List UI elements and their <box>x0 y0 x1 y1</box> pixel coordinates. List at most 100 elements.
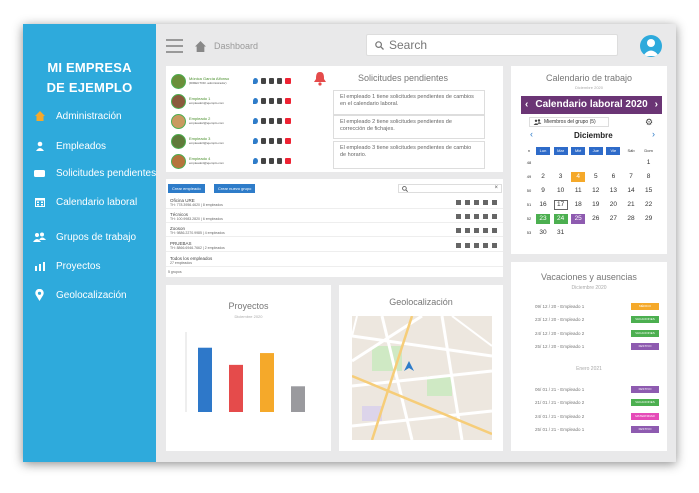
document-icon[interactable] <box>277 78 282 84</box>
employee-row[interactable]: Empleado 3 empleado3@ejemplo.com <box>171 131 295 151</box>
location-pin-icon[interactable] <box>253 78 258 84</box>
calendar-day[interactable]: 24 <box>553 214 568 224</box>
calendar-day[interactable]: 9 <box>536 186 550 196</box>
gear-icon[interactable]: ⚙ <box>645 117 653 128</box>
document-icon[interactable] <box>474 200 479 205</box>
request-item[interactable]: El empleado 1 tiene solicitudes pendient… <box>333 90 485 115</box>
calendar-day[interactable]: 16 <box>536 200 550 210</box>
calendar-day[interactable]: 27 <box>606 214 620 224</box>
calendar-day[interactable]: 3 <box>554 172 568 182</box>
calendar-day[interactable]: 26 <box>589 214 603 224</box>
document-icon[interactable] <box>277 138 282 144</box>
document-icon[interactable] <box>474 228 479 233</box>
location-pin-icon[interactable] <box>253 118 258 124</box>
calendar-icon[interactable] <box>261 138 266 144</box>
absence-row[interactable]: 24/ 01 / 21 - Empleado 2 MATERNIDAD <box>535 411 659 421</box>
delete-icon[interactable] <box>285 78 291 84</box>
calendar-day[interactable]: 7 <box>624 172 638 182</box>
tools-icon[interactable] <box>492 228 497 233</box>
grid-icon[interactable] <box>465 228 470 233</box>
edit-icon[interactable] <box>483 228 488 233</box>
next-year-button[interactable]: › <box>655 96 658 114</box>
edit-icon[interactable] <box>483 243 488 248</box>
create-employee-button[interactable]: Crear empleado <box>168 184 205 193</box>
sidebar-item-geolocalizacion[interactable]: Geolocalización <box>33 286 127 304</box>
sidebar-item-proyectos[interactable]: Proyectos <box>33 257 100 275</box>
calendar-day[interactable]: 20 <box>606 200 620 210</box>
grid-icon[interactable] <box>465 214 470 219</box>
absence-row[interactable]: 25/ 12 / 20 - Empleado 1 FESTIVO <box>535 342 659 352</box>
group-row[interactable]: Oficina URE TH: 778.3956.4620 | 8 emplead… <box>166 197 503 209</box>
delete-icon[interactable] <box>285 138 291 144</box>
grid-icon[interactable] <box>269 118 274 124</box>
grid-icon[interactable] <box>269 98 274 104</box>
settings-icon[interactable] <box>456 228 461 233</box>
absence-row[interactable]: 21/ 01 / 21 - Empleado 2 VACACIONES <box>535 398 659 408</box>
calendar-day[interactable]: 5 <box>589 172 603 182</box>
clear-icon[interactable]: × <box>494 185 498 191</box>
breadcrumb[interactable]: Dashboard <box>214 41 258 51</box>
grid-icon[interactable] <box>269 78 274 84</box>
edit-icon[interactable] <box>483 200 488 205</box>
document-icon[interactable] <box>277 158 282 164</box>
search-input[interactable]: Search <box>366 34 618 56</box>
location-pin-icon[interactable] <box>253 98 258 104</box>
request-item[interactable]: El empleado 3 tiene solicitudes pendient… <box>333 141 485 169</box>
calendar-day[interactable]: 15 <box>642 186 656 196</box>
employee-row[interactable]: Empleado 2 empleado2@ejemplo.com <box>171 111 295 131</box>
request-item[interactable]: El empleado 2 tiene solicitudes pendient… <box>333 115 485 139</box>
tools-icon[interactable] <box>492 243 497 248</box>
hamburger-menu-icon[interactable] <box>166 39 183 53</box>
tools-icon[interactable] <box>492 214 497 219</box>
absence-row[interactable]: 06/ 01 / 21 - Empleado 1 FESTIVO <box>535 384 659 394</box>
prev-month-button[interactable]: ‹ <box>530 129 533 139</box>
grid-icon[interactable] <box>465 243 470 248</box>
location-pin-icon[interactable] <box>253 138 258 144</box>
absence-row[interactable]: 25/ 01 / 21 - Empleado 1 FESTIVO <box>535 425 659 435</box>
calendar-day[interactable]: 17 <box>553 200 568 210</box>
prev-year-button[interactable]: ‹ <box>525 96 528 114</box>
document-icon[interactable] <box>277 118 282 124</box>
document-icon[interactable] <box>474 243 479 248</box>
calendar-day[interactable]: 2 <box>536 172 550 182</box>
settings-icon[interactable] <box>456 214 461 219</box>
sidebar-item-empleados[interactable]: Empleados <box>33 137 106 155</box>
calendar-day[interactable]: 10 <box>554 186 568 196</box>
edit-icon[interactable] <box>483 214 488 219</box>
next-month-button[interactable]: › <box>652 129 655 139</box>
calendar-day[interactable]: 30 <box>536 228 550 238</box>
employee-row[interactable]: Empleado 4 empleado4@ejemplo.com <box>171 151 295 171</box>
grid-icon[interactable] <box>269 158 274 164</box>
calendar-day[interactable]: 1 <box>642 158 656 168</box>
grid-icon[interactable] <box>269 138 274 144</box>
document-icon[interactable] <box>474 214 479 219</box>
calendar-icon[interactable] <box>261 158 266 164</box>
document-icon[interactable] <box>277 98 282 104</box>
absence-row[interactable]: 23/ 12 / 20 - Empleado 2 VACACIONES <box>535 315 659 325</box>
calendar-day[interactable]: 11 <box>571 186 585 196</box>
calendar-icon[interactable] <box>261 118 266 124</box>
calendar-day[interactable]: 25 <box>571 214 586 224</box>
employee-row[interactable]: Empleado 1 empleado1@ejemplo.com <box>171 91 295 111</box>
calendar-day[interactable]: 21 <box>624 200 638 210</box>
group-row[interactable]: Todos los empleados 27 empleados <box>166 255 503 267</box>
delete-icon[interactable] <box>285 118 291 124</box>
calendar-day[interactable]: 4 <box>571 172 586 182</box>
groups-search-input[interactable]: × <box>398 184 502 193</box>
calendar-icon[interactable] <box>261 78 266 84</box>
delete-icon[interactable] <box>285 158 291 164</box>
settings-icon[interactable] <box>456 243 461 248</box>
absence-row[interactable]: 24/ 12 / 20 - Empleado 2 VACACIONES <box>535 328 659 338</box>
grid-icon[interactable] <box>465 200 470 205</box>
map[interactable] <box>352 316 492 440</box>
calendar-day[interactable]: 14 <box>624 186 638 196</box>
calendar-day[interactable]: 6 <box>606 172 620 182</box>
calendar-day[interactable]: 18 <box>571 200 585 210</box>
calendar-day[interactable]: 31 <box>554 228 568 238</box>
tools-icon[interactable] <box>492 200 497 205</box>
absence-row[interactable]: 09/ 12 / 20 - Empleado 1 MÉDICO <box>535 301 659 311</box>
calendar-day[interactable]: 29 <box>642 214 656 224</box>
calendar-day[interactable]: 12 <box>589 186 603 196</box>
calendar-day[interactable]: 22 <box>642 200 656 210</box>
user-avatar[interactable] <box>640 35 662 57</box>
